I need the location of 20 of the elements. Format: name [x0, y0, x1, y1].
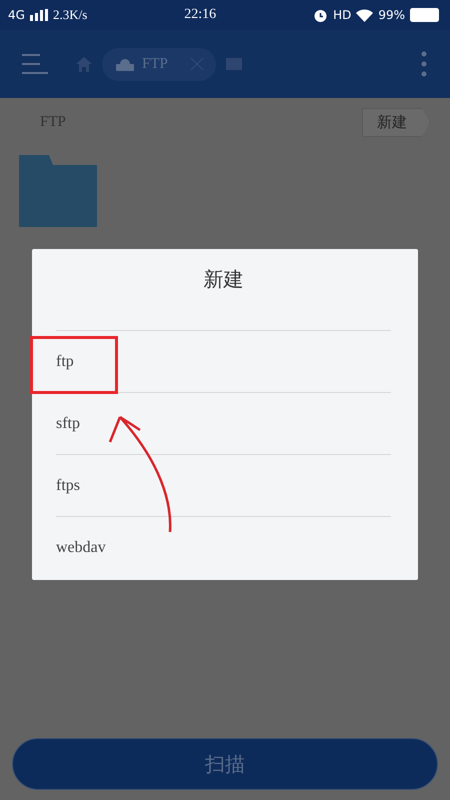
battery-percent: 99% — [378, 8, 406, 22]
menu-icon[interactable] — [22, 53, 48, 75]
window-icon[interactable] — [226, 58, 242, 70]
more-icon[interactable] — [420, 51, 428, 77]
router-icon — [116, 57, 134, 71]
home-icon[interactable] — [76, 56, 92, 72]
folder-icon[interactable] — [17, 155, 99, 227]
dialog-title: 新建 — [56, 249, 391, 331]
network-type: 4G — [8, 8, 25, 22]
alarm-icon — [313, 8, 328, 22]
network-speed: 2.3K/s — [52, 7, 88, 23]
dialog-option[interactable]: ftp — [56, 331, 391, 393]
hd-indicator: HD — [333, 8, 352, 22]
signal-icon — [30, 9, 48, 21]
battery-icon — [410, 8, 440, 22]
dialog-option[interactable]: sftp — [56, 393, 391, 455]
dialog-option[interactable]: ftps — [56, 455, 391, 517]
dialog-option[interactable]: webdav — [56, 517, 391, 579]
wifi-icon — [356, 8, 374, 22]
clock-time: 22:16 — [184, 7, 216, 23]
